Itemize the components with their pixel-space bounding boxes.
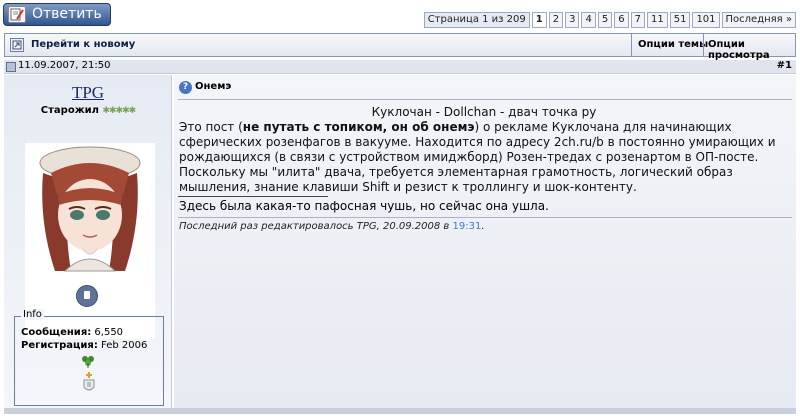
last-page-link[interactable]: Последняя » — [721, 12, 796, 28]
post-footer-bar — [4, 408, 796, 414]
pagination: Страница 1 из 209 1 2 3 4 5 6 7 11 51 10… — [423, 12, 796, 28]
user-status-icon[interactable] — [76, 285, 98, 307]
post-permalink[interactable]: #1 — [777, 60, 792, 71]
go-newest-icon — [10, 38, 24, 52]
subject-divider — [178, 99, 792, 100]
user-info-column: TPG Старожил ✱✱✱✱✱ Info Сообщения: 6,550 — [4, 75, 172, 409]
edit-note-end: . — [481, 221, 485, 232]
post-count-value: 6,550 — [91, 327, 124, 338]
page-link-4[interactable]: 4 — [581, 12, 596, 28]
reply-button-label: Ответить — [32, 6, 102, 22]
page-link-5[interactable]: 5 — [597, 12, 613, 28]
post-count-label: Сообщения: — [21, 327, 92, 338]
page-link-7[interactable]: 7 — [630, 12, 645, 28]
avatar-image — [25, 143, 155, 273]
post-message: Куклочан - Dollchan - двач точка ру Это … — [179, 105, 789, 195]
post-status-icon — [6, 62, 16, 72]
page-link-51[interactable]: 51 — [669, 12, 691, 28]
post-subject: Онемэ — [195, 81, 232, 92]
page-link-6[interactable]: 6 — [614, 12, 629, 28]
edit-divider — [178, 217, 792, 218]
join-date-value: Feb 2006 — [97, 340, 148, 351]
username-link[interactable]: TPG — [4, 83, 172, 103]
join-date-label: Регистрация: — [21, 340, 98, 351]
display-modes-menu[interactable]: Опции просмотра — [708, 39, 795, 61]
thread-nav-bar: Перейти к новому Опции темы Опции просмо… — [4, 33, 796, 61]
page-count-label: Страница 1 из 209 — [423, 12, 530, 28]
page-link-1[interactable]: 1 — [531, 12, 547, 28]
user-info-box: Info Сообщения: 6,550 Регистрация: Feb 2… — [14, 309, 164, 406]
thread-tools-menu[interactable]: Опции темы — [638, 39, 708, 50]
question-icon: ? — [179, 81, 192, 94]
edit-note: Последний раз редактировалось TPG, 20.09… — [179, 221, 485, 232]
info-legend: Info — [21, 309, 44, 320]
signature: Здесь была какая-то пафосная чушь, но се… — [179, 199, 549, 213]
nav-divider — [703, 34, 704, 56]
user-post-count: Сообщения: 6,550 — [21, 327, 123, 338]
nav-divider — [631, 34, 632, 56]
page-link-101[interactable]: 101 — [692, 12, 720, 28]
post-body: ? Онемэ Куклочан - Dollchan - двач точка… — [174, 75, 796, 409]
user-title-text: Старожил — [40, 105, 99, 116]
message-text-start: Это пост ( — [179, 120, 243, 134]
message-text-bold: не путать с топиком, он об онемэ — [242, 120, 475, 134]
top-bar: Ответить Страница 1 из 209 1 2 3 4 5 6 7… — [0, 0, 800, 30]
go-newest-link[interactable]: Перейти к новому — [31, 39, 135, 50]
signature-divider — [178, 196, 328, 197]
reply-button[interactable]: Ответить — [3, 3, 111, 26]
post-date: 11.09.2007, 21:50 — [18, 60, 111, 71]
page-link-11[interactable]: 11 — [646, 12, 668, 28]
message-title: Куклочан - Dollchan - двач точка ру — [371, 105, 597, 119]
reputation-clover-icon — [82, 356, 94, 368]
edit-time: 19:31 — [452, 221, 482, 232]
rank-shield-icon — [83, 372, 95, 391]
post-header: 11.09.2007, 21:50 #1 — [4, 60, 796, 74]
avatar[interactable] — [25, 143, 155, 339]
user-title: Старожил ✱✱✱✱✱ — [4, 105, 172, 116]
page-link-2[interactable]: 2 — [548, 12, 564, 28]
page-link-3[interactable]: 3 — [565, 12, 580, 28]
user-rank-stars: ✱✱✱✱✱ — [102, 106, 136, 116]
user-join-date: Регистрация: Feb 2006 — [21, 340, 147, 351]
reply-pencil-icon — [8, 6, 26, 23]
edit-note-text: Последний раз редактировалось TPG, 20.09… — [179, 221, 453, 232]
